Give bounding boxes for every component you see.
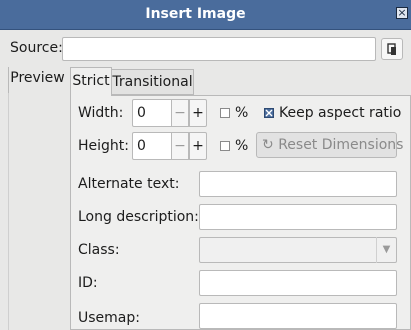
class-label: Class:: [78, 242, 120, 258]
tab-transitional[interactable]: Transitional: [111, 69, 194, 95]
width-input[interactable]: 0: [132, 99, 172, 127]
browse-icon: [387, 43, 396, 55]
long-description-label: Long description:: [78, 209, 199, 225]
title-bar: Insert Image ×: [0, 0, 411, 30]
width-increment-button[interactable]: +: [189, 99, 207, 127]
window-title: Insert Image: [145, 6, 246, 22]
tab-preview[interactable]: Preview: [8, 67, 66, 93]
source-label: Source:: [10, 40, 63, 56]
usemap-input[interactable]: [199, 303, 397, 329]
keep-aspect-label: Keep aspect ratio: [279, 105, 402, 121]
tab-transitional-label: Transitional: [112, 74, 193, 90]
preview-panel-edge: [8, 93, 9, 330]
height-increment-button[interactable]: +: [189, 132, 207, 160]
usemap-label: Usemap:: [78, 310, 140, 326]
height-percent-checkbox[interactable]: [220, 141, 230, 151]
close-icon[interactable]: ×: [396, 7, 408, 19]
reset-icon: ↻: [262, 137, 274, 153]
keep-aspect-checkbox[interactable]: [264, 108, 274, 118]
width-percent-label: %: [235, 105, 249, 121]
source-input[interactable]: [62, 37, 376, 61]
height-decrement-button[interactable]: −: [171, 132, 189, 160]
tab-strict[interactable]: Strict: [70, 67, 112, 96]
chevron-down-icon[interactable]: ▼: [376, 237, 396, 263]
tab-preview-label: Preview: [10, 70, 65, 86]
height-input[interactable]: 0: [132, 132, 172, 160]
width-label: Width:: [78, 105, 124, 121]
width-decrement-button[interactable]: −: [171, 99, 189, 127]
check-icon: [265, 109, 273, 117]
width-percent-checkbox[interactable]: [220, 108, 230, 118]
reset-dimensions-label: Reset Dimensions: [278, 137, 404, 153]
id-input[interactable]: [199, 270, 397, 296]
alternate-text-label: Alternate text:: [78, 176, 180, 192]
reset-dimensions-button[interactable]: ↻ Reset Dimensions: [256, 132, 403, 158]
long-description-input[interactable]: [199, 204, 397, 230]
height-label: Height:: [78, 138, 129, 154]
tab-strict-label: Strict: [72, 73, 110, 89]
id-label: ID:: [78, 275, 98, 291]
class-combobox[interactable]: ▼: [199, 237, 397, 263]
alternate-text-input[interactable]: [199, 171, 397, 197]
height-percent-label: %: [235, 138, 249, 154]
browse-button[interactable]: [381, 38, 403, 60]
